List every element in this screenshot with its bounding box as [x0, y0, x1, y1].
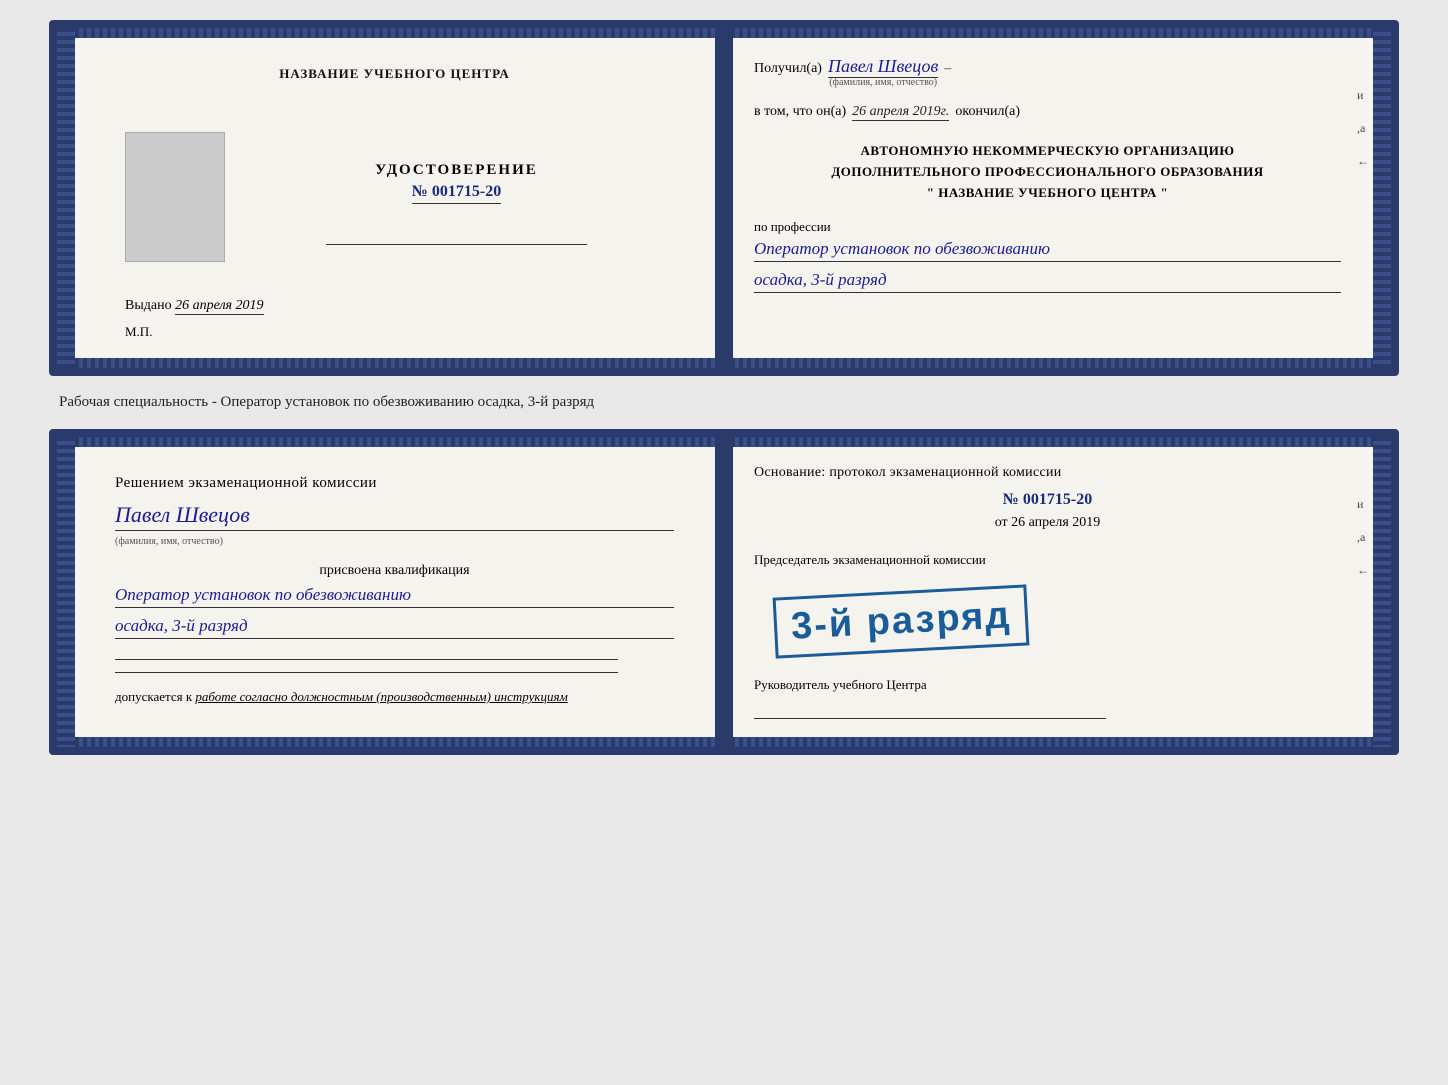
- dopuskaetsya-row: допускается к работе согласно должностны…: [115, 689, 674, 705]
- top-doc-right: Получил(а) Павел Швецов (фамилия, имя, о…: [714, 28, 1391, 368]
- okonchil-label: окончил(а): [955, 104, 1020, 120]
- bottom-person-name: Павел Швецов: [115, 502, 674, 531]
- dopuskaetsya-label: допускается к: [115, 689, 192, 704]
- protocol-date: 26 апреля 2019: [1011, 515, 1100, 530]
- org-line1: АВТОНОМНУЮ НЕКОММЕРЧЕСКУЮ ОРГАНИЗАЦИЮ: [754, 141, 1341, 162]
- bottom-right-label-3: ←: [1357, 563, 1369, 578]
- right-label-1: и: [1357, 88, 1369, 103]
- prisvoena-label: присвоена квалификация: [115, 563, 674, 579]
- udost-section: УДОСТОВЕРЕНИЕ № 001715-20: [239, 162, 674, 204]
- rukovoditel-label: Руководитель учебного Центра: [754, 676, 1341, 694]
- bottom-right-label-2: ,а: [1357, 530, 1369, 545]
- org-line2: ДОПОЛНИТЕЛЬНОГО ПРОФЕССИОНАЛЬНОГО ОБРАЗО…: [754, 162, 1341, 183]
- protocol-date-row: от 26 апреля 2019: [754, 515, 1341, 531]
- rukovoditel-line: [754, 718, 1106, 719]
- bottom-doc-left: Решением экзаменационной комиссии Павел …: [57, 437, 714, 747]
- separator-text: Рабочая специальность - Оператор установ…: [49, 394, 1399, 411]
- org-line3: " НАЗВАНИЕ УЧЕБНОГО ЦЕНТРА ": [754, 183, 1341, 204]
- bottom-right-label-1: и: [1357, 497, 1369, 512]
- ot-label: от: [995, 515, 1008, 530]
- bottom-document: Решением экзаменационной комиссии Павел …: [49, 429, 1399, 755]
- top-document: НАЗВАНИЕ УЧЕБНОГО ЦЕНТРА УДОСТОВЕРЕНИЕ №…: [49, 20, 1399, 376]
- bottom-rank-value: осадка, 3-й разряд: [115, 616, 674, 639]
- udost-label: УДОСТОВЕРЕНИЕ: [239, 162, 674, 179]
- right-edge-labels: и ,а ←: [1357, 88, 1369, 169]
- stamp-box: 3-й разряд: [773, 585, 1030, 659]
- org-block: АВТОНОМНУЮ НЕКОММЕРЧЕСКУЮ ОРГАНИЗАЦИЮ ДО…: [754, 141, 1341, 203]
- profession-label-top: по профессии: [754, 219, 1341, 235]
- bottom-doc-right: Основание: протокол экзаменационной коми…: [714, 437, 1391, 747]
- vydano-label: Выдано: [125, 298, 172, 313]
- photo-placeholder: [125, 132, 225, 262]
- sig-line-1: [115, 659, 618, 660]
- dopuskaetsya-value: работе согласно должностным (производств…: [195, 689, 567, 704]
- right-label-3: ←: [1357, 154, 1369, 169]
- received-row: Получил(а) Павел Швецов (фамилия, имя, о…: [754, 56, 1341, 88]
- predsedatel-label: Председатель экзаменационной комиссии: [754, 551, 1341, 569]
- vydano-date: 26 апреля 2019: [175, 298, 263, 315]
- vtom-label: в том, что он(а): [754, 104, 846, 120]
- udost-number: № 001715-20: [412, 183, 501, 204]
- mp-label: М.П.: [125, 324, 674, 340]
- sig-line-2: [115, 672, 618, 673]
- vydano-row: Выдано 26 апреля 2019: [125, 298, 674, 314]
- stamp-text: 3-й разряд: [790, 594, 1012, 647]
- bottom-profession-value: Оператор установок по обезвоживанию: [115, 585, 674, 608]
- rank-value-top: осадка, 3-й разряд: [754, 270, 1341, 293]
- right-label-2: ,а: [1357, 121, 1369, 136]
- vtom-date: 26 апреля 2019г.: [852, 104, 949, 121]
- profession-value-top: Оператор установок по обезвоживанию: [754, 239, 1341, 262]
- reshenie-label: Решением экзаменационной комиссии: [115, 475, 674, 492]
- top-doc-left: НАЗВАНИЕ УЧЕБНОГО ЦЕНТРА УДОСТОВЕРЕНИЕ №…: [57, 28, 714, 368]
- sig-lines: [115, 659, 674, 673]
- vtom-row: в том, что он(а) 26 апреля 2019г. окончи…: [754, 104, 1341, 121]
- osnov-label: Основание: протокол экзаменационной коми…: [754, 465, 1341, 481]
- protocol-number: № 001715-20: [754, 491, 1341, 509]
- bottom-right-edge-labels: и ,а ←: [1357, 497, 1369, 578]
- poluchil-label: Получил(а): [754, 61, 822, 77]
- name-hint-top: (фамилия, имя, отчество): [828, 77, 938, 88]
- bottom-name-hint: (фамилия, имя, отчество): [115, 536, 223, 547]
- signature-line-left: [326, 244, 587, 245]
- top-center-title: НАЗВАНИЕ УЧЕБНОГО ЦЕНТРА: [115, 66, 674, 82]
- received-name: Павел Швецов: [828, 56, 938, 78]
